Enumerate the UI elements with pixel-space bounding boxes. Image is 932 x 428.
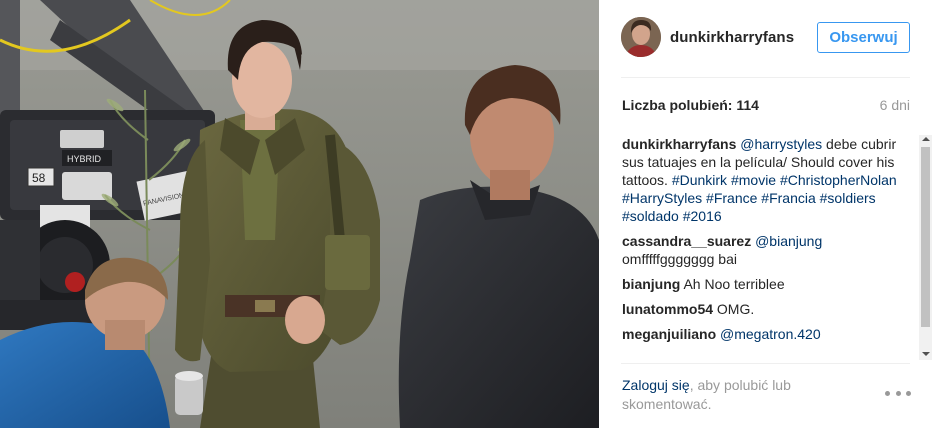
hashtag-link[interactable]: #soldado <box>622 208 679 224</box>
dot-icon <box>906 390 911 396</box>
comment-item: meganjuiliano @megatron.420 <box>622 325 905 343</box>
hashtag-link[interactable]: #soldiers <box>820 190 876 206</box>
comment-author[interactable]: meganjuiliano <box>622 326 716 342</box>
dot-icon <box>895 390 901 396</box>
comment-text: Ah Noo terriblee <box>683 276 785 292</box>
post-photo-illustration: HYBRID 58 PANAVISION <box>0 0 599 428</box>
avatar-image <box>621 17 661 57</box>
mention-link[interactable]: @megatron.420 <box>720 326 821 342</box>
comment-text: omfffffggggggg bai <box>622 251 737 267</box>
post-author-username[interactable]: dunkirkharryfans <box>670 29 794 46</box>
likes-count[interactable]: Liczba polubień: 114 <box>622 97 759 113</box>
scroll-down-arrow-icon[interactable] <box>922 352 930 356</box>
mention-link[interactable]: @bianjung <box>755 233 822 249</box>
header-divider <box>621 77 910 78</box>
hashtag-link[interactable]: #Dunkirk <box>672 172 727 188</box>
hashtag-link[interactable]: #Francia <box>761 190 815 206</box>
login-prompt: Zaloguj się, aby polubić lub skomentować… <box>622 376 852 414</box>
footer-divider <box>621 363 910 364</box>
scroll-up-arrow-icon[interactable] <box>922 137 930 141</box>
post-header: dunkirkharryfans Obserwuj <box>599 0 932 78</box>
number-tag-text: 58 <box>32 171 46 185</box>
comment-text: OMG. <box>716 301 755 317</box>
scrollbar-thumb[interactable] <box>921 147 930 327</box>
post-photo[interactable]: HYBRID 58 PANAVISION <box>0 0 599 428</box>
login-link[interactable]: Zaloguj się <box>622 377 690 393</box>
mention-link[interactable]: @harrystyles <box>740 136 822 152</box>
post-sidebar: dunkirkharryfans Obserwuj Liczba polubie… <box>599 0 932 428</box>
more-options-icon[interactable] <box>885 386 911 400</box>
hashtag-link[interactable]: #movie <box>731 172 776 188</box>
comment-author[interactable]: bianjung <box>622 276 680 292</box>
comments-scrollbar[interactable] <box>919 135 932 360</box>
dot-icon <box>885 390 890 396</box>
comments-list: dunkirkharryfans @harrystyles debe cubri… <box>622 135 905 360</box>
comment-item: lunatommo54 OMG. <box>622 300 905 318</box>
comment-author[interactable]: dunkirkharryfans <box>622 136 736 152</box>
comment-item: cassandra__suarez @bianjung omfffffggggg… <box>622 232 905 268</box>
follow-button[interactable]: Obserwuj <box>817 22 910 53</box>
comment-item: dunkirkharryfans @harrystyles debe cubri… <box>622 135 905 225</box>
hashtag-link[interactable]: #France <box>706 190 757 206</box>
comment-author[interactable]: lunatommo54 <box>622 301 713 317</box>
avatar[interactable] <box>621 17 661 57</box>
camera-label-text: HYBRID <box>67 154 102 164</box>
hashtag-link[interactable]: #ChristopherNolan <box>780 172 897 188</box>
post-timestamp[interactable]: 6 dni <box>880 97 910 113</box>
comment-author[interactable]: cassandra__suarez <box>622 233 751 249</box>
hashtag-link[interactable]: #HarryStyles <box>622 190 702 206</box>
hashtag-link[interactable]: #2016 <box>683 208 722 224</box>
comment-item: bianjung Ah Noo terriblee <box>622 275 905 293</box>
